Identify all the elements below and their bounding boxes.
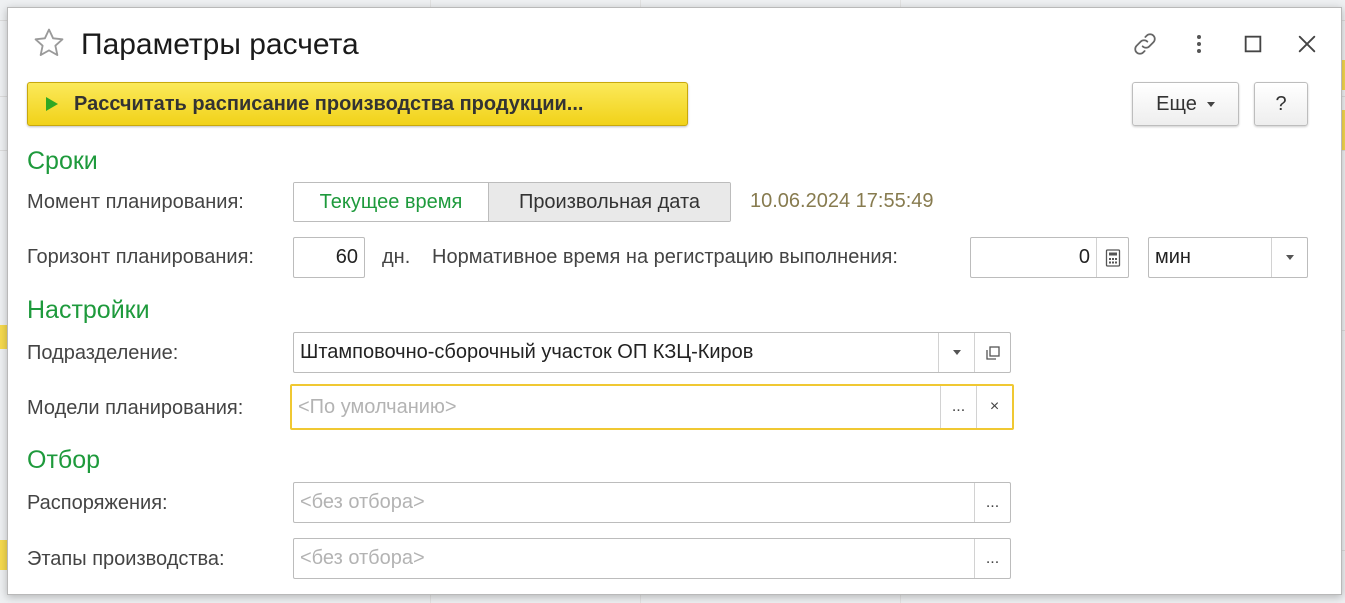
planning-horizon-label: Горизонт планирования:	[27, 246, 254, 268]
norm-unit-value: мин	[1155, 246, 1191, 268]
norm-unit-select[interactable]: мин	[1148, 237, 1308, 278]
close-icon	[1298, 35, 1316, 53]
production-stages-select-button[interactable]: ...	[974, 539, 1010, 578]
link-icon	[1134, 33, 1156, 55]
calculator-icon	[1105, 248, 1120, 267]
help-label: ?	[1275, 92, 1287, 115]
planning-models-input[interactable]: <По умолчанию> ... ×	[290, 384, 1014, 430]
chevron-down-icon	[952, 350, 961, 355]
chevron-down-icon	[1285, 255, 1294, 260]
department-label: Подразделение:	[27, 342, 179, 364]
horizon-unit-label: дн.	[382, 246, 411, 268]
department-input[interactable]: Штамповочно-сборочный участок ОП КЗЦ-Кир…	[293, 332, 1011, 373]
more-label: Еще	[1156, 92, 1197, 115]
section-settings: Настройки	[27, 296, 150, 324]
parameters-dialog: Параметры расчета Рассчитать расписание …	[7, 7, 1342, 595]
planning-datetime: 10.06.2024 17:55:49	[750, 190, 934, 212]
norm-time-input[interactable]: 0	[970, 237, 1129, 278]
planning-moment-toggle: Текущее время Произвольная дата	[293, 182, 731, 222]
production-stages-label: Этапы производства:	[27, 548, 225, 570]
link-button[interactable]	[1129, 28, 1161, 60]
norm-time-value: 0	[1078, 246, 1090, 268]
planning-models-placeholder: <По умолчанию>	[298, 395, 457, 418]
maximize-button[interactable]	[1237, 28, 1269, 60]
open-window-icon	[985, 345, 1000, 360]
department-open-button[interactable]	[974, 333, 1010, 372]
norm-unit-dropdown-button[interactable]	[1271, 238, 1307, 277]
planning-horizon-value: 60	[335, 246, 358, 268]
section-terms: Сроки	[27, 147, 98, 175]
section-filter: Отбор	[27, 446, 101, 474]
chevron-down-icon	[1206, 101, 1215, 107]
maximize-icon	[1244, 35, 1262, 53]
planning-models-label: Модели планирования:	[27, 397, 244, 419]
orders-input[interactable]: <без отбора> ...	[293, 482, 1011, 523]
more-actions-button[interactable]	[1183, 28, 1215, 60]
help-button[interactable]: ?	[1254, 82, 1308, 126]
option-current-time[interactable]: Текущее время	[294, 183, 489, 221]
department-value: Штамповочно-сборочный участок ОП КЗЦ-Кир…	[300, 341, 754, 363]
planning-models-select-button[interactable]: ...	[940, 386, 976, 428]
planning-moment-label: Момент планирования:	[27, 191, 244, 213]
department-dropdown-button[interactable]	[938, 333, 974, 372]
star-icon[interactable]	[32, 26, 66, 60]
calculator-button[interactable]	[1096, 238, 1128, 277]
more-button[interactable]: Еще	[1132, 82, 1239, 126]
run-calculation-label: Рассчитать расписание производства проду…	[74, 92, 584, 115]
production-stages-input[interactable]: <без отбора> ...	[293, 538, 1011, 579]
planning-models-clear-button[interactable]: ×	[976, 386, 1012, 428]
production-stages-placeholder: <без отбора>	[300, 547, 425, 569]
option-custom-date[interactable]: Произвольная дата	[489, 183, 730, 221]
play-icon	[46, 97, 58, 111]
more-vertical-icon	[1197, 35, 1201, 53]
norm-time-label: Нормативное время на регистрацию выполне…	[432, 246, 898, 268]
planning-horizon-input[interactable]: 60	[293, 237, 365, 278]
orders-select-button[interactable]: ...	[974, 483, 1010, 522]
run-calculation-button[interactable]: Рассчитать расписание производства проду…	[27, 82, 688, 126]
orders-placeholder: <без отбора>	[300, 491, 425, 513]
close-button[interactable]	[1291, 28, 1323, 60]
dialog-title: Параметры расчета	[81, 28, 359, 61]
orders-label: Распоряжения:	[27, 492, 168, 514]
